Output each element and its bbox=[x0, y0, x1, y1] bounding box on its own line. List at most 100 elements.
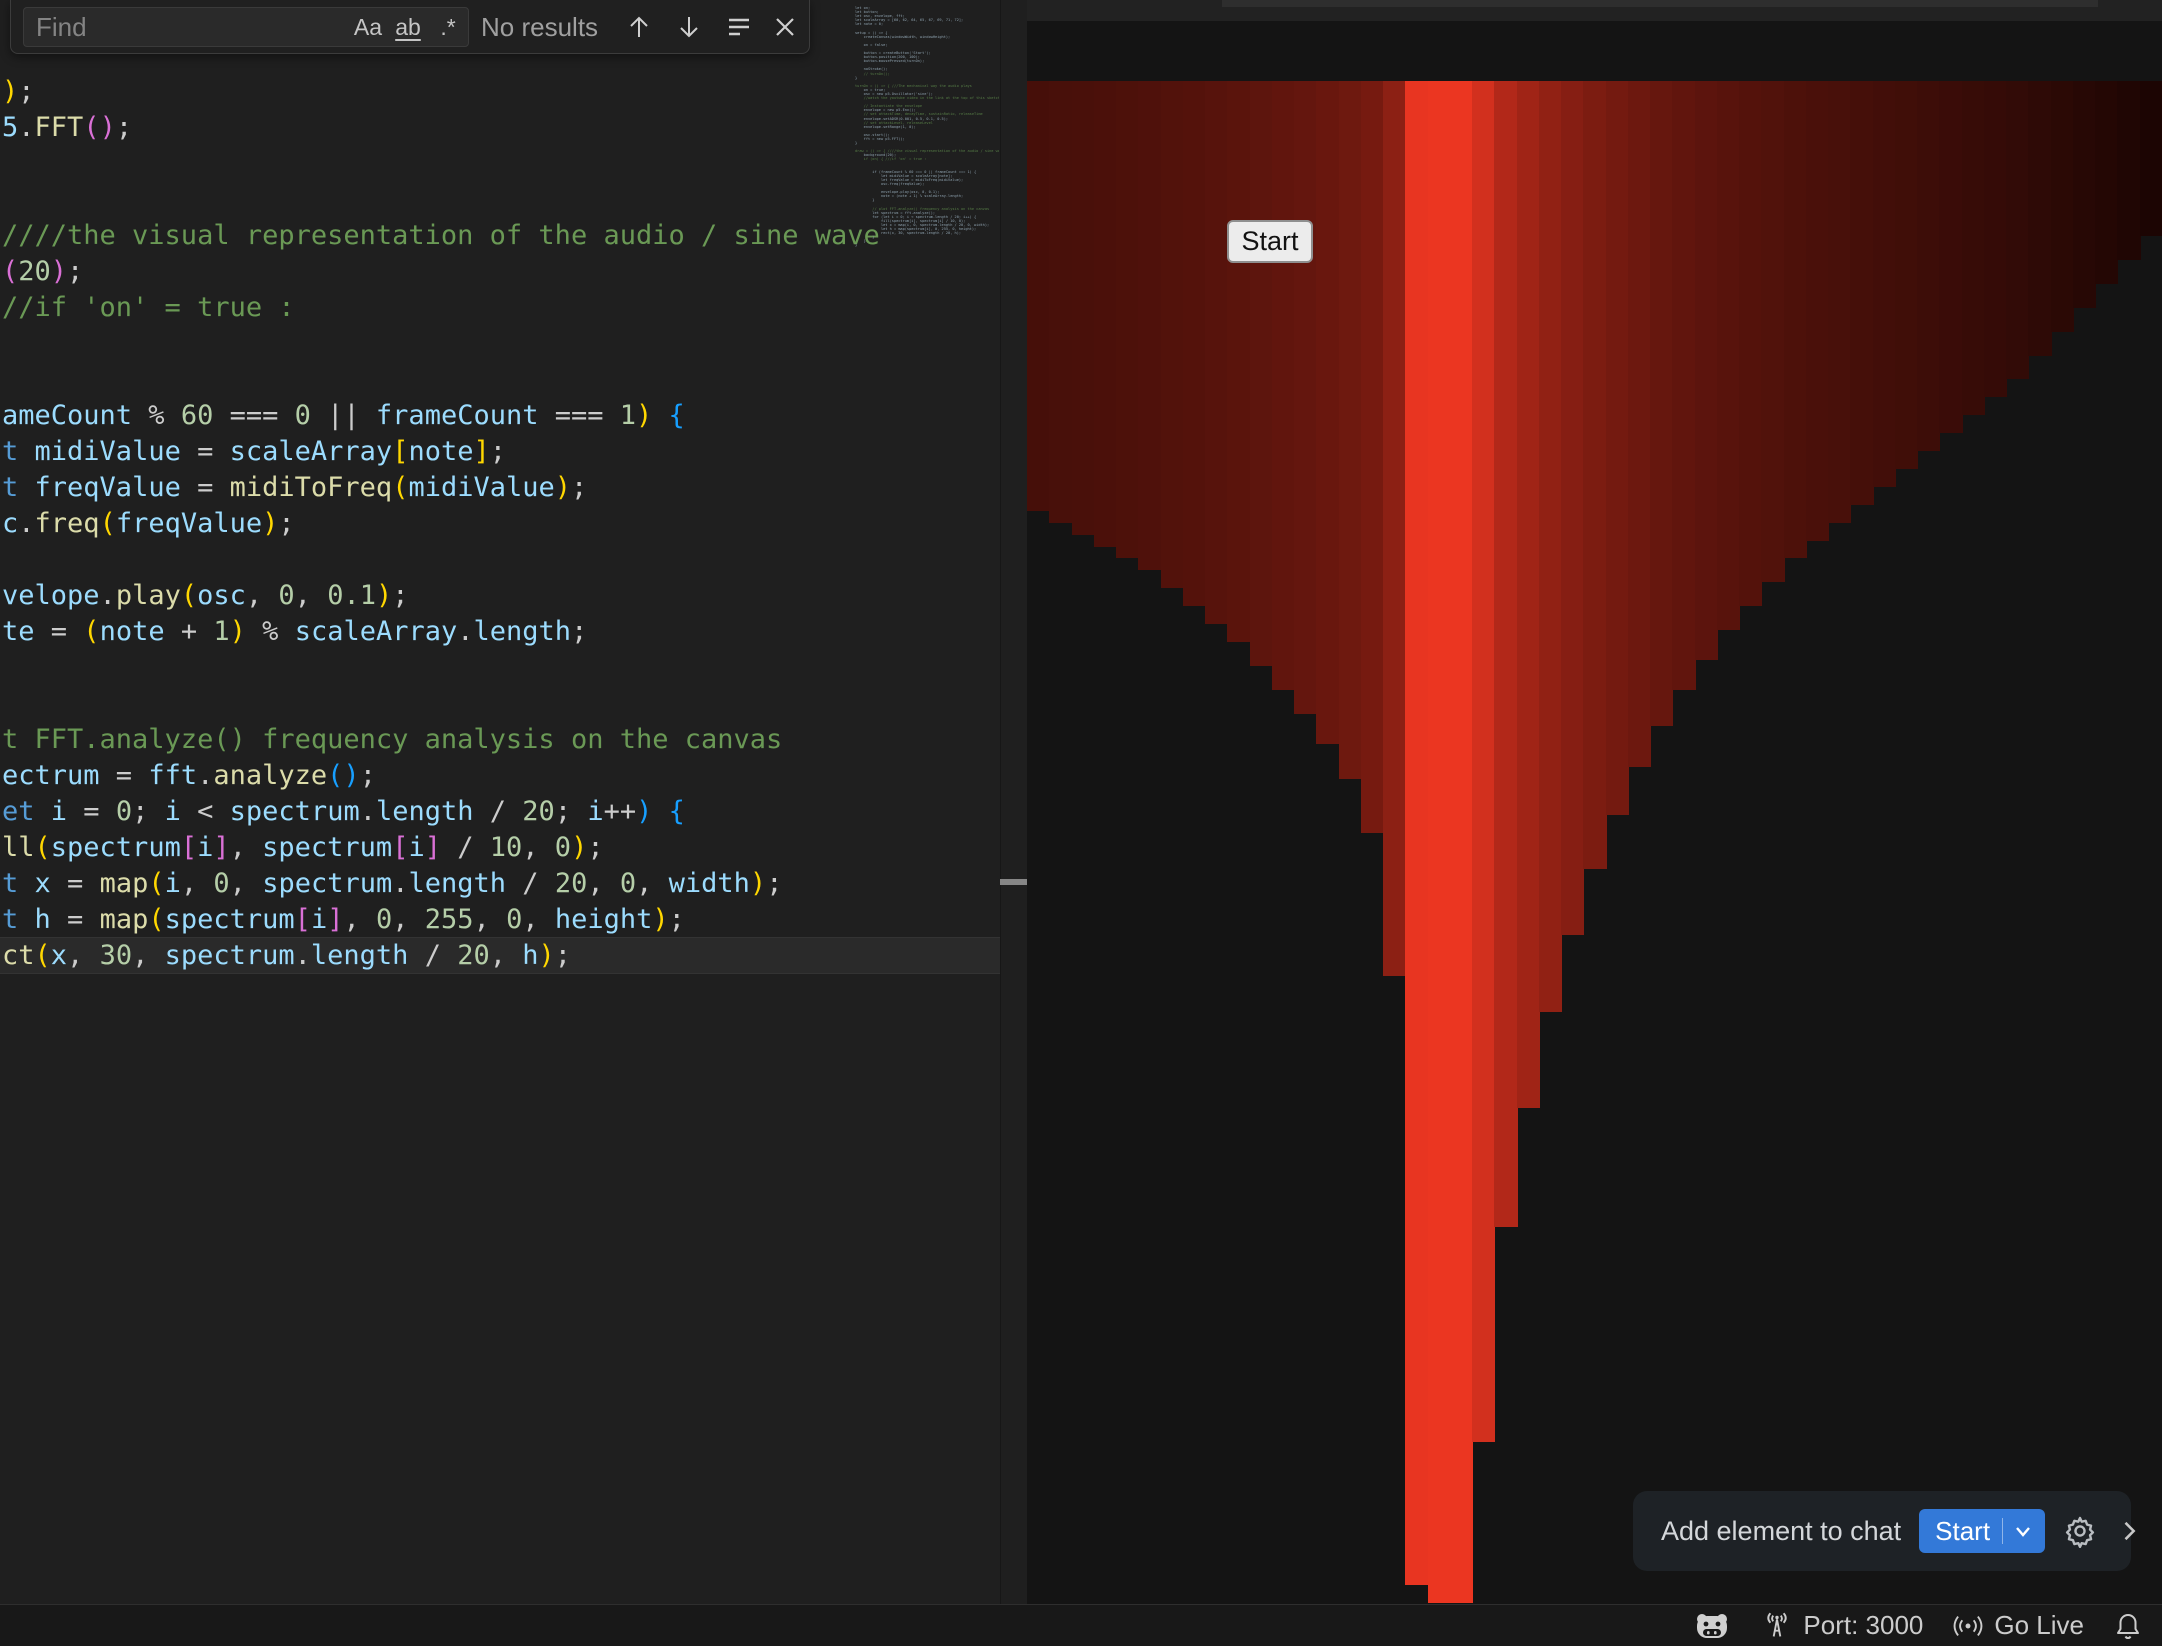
find-input-box[interactable]: Aa ab .* bbox=[23, 7, 469, 47]
preview-toolbar-edge bbox=[1222, 0, 2098, 7]
fft-bar bbox=[1450, 81, 1473, 1603]
code-line: t x = map(i, 0, spectrum.length / 20, 0,… bbox=[0, 866, 1000, 902]
add-to-chat-label: Add element to chat bbox=[1661, 1516, 1901, 1547]
code-line bbox=[0, 650, 1000, 686]
broadcast-icon bbox=[1951, 1609, 1985, 1643]
fft-bar bbox=[1717, 81, 1740, 630]
radio-tower-icon bbox=[1760, 1609, 1794, 1643]
fft-bar bbox=[2117, 81, 2140, 260]
code-line: t midiValue = scaleArray[note]; bbox=[0, 434, 1000, 470]
fft-bar bbox=[1361, 81, 1384, 833]
fft-bar bbox=[1517, 81, 1540, 1108]
minimap[interactable]: let on; let button; let osc, envelope, f… bbox=[837, 6, 999, 306]
extension-monkey-icon[interactable] bbox=[1692, 1610, 1732, 1642]
fft-bar bbox=[2028, 81, 2051, 356]
fft-bar bbox=[1405, 81, 1428, 1585]
close-icon[interactable] bbox=[769, 11, 801, 43]
fft-bar bbox=[1472, 81, 1495, 1442]
fft-bar bbox=[1984, 81, 2007, 397]
code-line: te = (note + 1) % scaleArray.length; bbox=[0, 614, 1000, 650]
fft-bar bbox=[1250, 81, 1273, 666]
fft-bar bbox=[1761, 81, 1784, 582]
fft-bar bbox=[1850, 81, 1873, 505]
fft-bar bbox=[1316, 81, 1339, 744]
code-line: t FFT.analyze() frequency analysis on th… bbox=[0, 722, 1000, 758]
fft-bar bbox=[1205, 81, 1228, 624]
fft-bar bbox=[1895, 81, 1918, 469]
find-in-selection-icon[interactable] bbox=[723, 11, 755, 43]
port-label: Port: 3000 bbox=[1803, 1610, 1923, 1641]
whole-word-icon[interactable]: ab bbox=[388, 14, 428, 41]
fft-bar bbox=[2073, 81, 2096, 308]
fft-bar bbox=[2006, 81, 2029, 379]
previous-match-button[interactable] bbox=[623, 11, 655, 43]
match-case-icon[interactable]: Aa bbox=[348, 14, 388, 41]
code-line bbox=[0, 542, 1000, 578]
fft-bar bbox=[1606, 81, 1629, 815]
fft-bar bbox=[1873, 81, 1896, 487]
go-live-button[interactable]: Go Live bbox=[1951, 1609, 2084, 1643]
notifications-bell-icon[interactable] bbox=[2112, 1610, 2144, 1642]
fft-bar bbox=[1094, 81, 1117, 547]
fft-bar bbox=[1917, 81, 1940, 451]
fft-bar bbox=[1583, 81, 1606, 869]
find-input[interactable] bbox=[24, 12, 348, 43]
chevron-right-icon[interactable] bbox=[2115, 1517, 2143, 1545]
fft-bar bbox=[1695, 81, 1718, 660]
port-status[interactable]: Port: 3000 bbox=[1760, 1609, 1923, 1643]
add-to-chat-widget: Add element to chat Start bbox=[1633, 1491, 2131, 1571]
code-line bbox=[0, 686, 1000, 722]
code-line: t freqValue = midiToFreq(midiValue); bbox=[0, 470, 1000, 506]
fft-bar bbox=[2095, 81, 2118, 284]
chat-start-button[interactable]: Start bbox=[1919, 1509, 2045, 1553]
fft-bar bbox=[1049, 81, 1072, 523]
split-separator bbox=[2002, 1518, 2003, 1544]
fft-bar bbox=[1784, 81, 1807, 558]
fft-bar bbox=[2140, 81, 2162, 236]
p5-canvas[interactable]: Start bbox=[1027, 21, 2162, 1604]
split-sash[interactable] bbox=[1000, 0, 1027, 1604]
fft-bar bbox=[1138, 81, 1161, 570]
minimap-code: let on; let button; let osc, envelope, f… bbox=[837, 6, 999, 248]
fft-bar bbox=[1828, 81, 1851, 523]
regex-icon[interactable]: .* bbox=[428, 14, 468, 41]
sketch-start-button[interactable]: Start bbox=[1227, 220, 1313, 263]
fft-bar bbox=[1806, 81, 1829, 541]
gear-icon[interactable] bbox=[2063, 1514, 2097, 1548]
fft-bar bbox=[1183, 81, 1206, 606]
fft-bar bbox=[1561, 81, 1584, 935]
code-line: ameCount % 60 === 0 || frameCount === 1)… bbox=[0, 398, 1000, 434]
sash-drag-handle[interactable] bbox=[1000, 879, 1027, 885]
code-line: ectrum = fft.analyze(); bbox=[0, 758, 1000, 794]
code-line: ll(spectrum[i], spectrum[i] / 10, 0); bbox=[0, 830, 1000, 866]
fft-bar bbox=[1494, 81, 1517, 1227]
fft-bar bbox=[1072, 81, 1095, 535]
fft-bar bbox=[1628, 81, 1651, 767]
find-widget[interactable]: Aa ab .* No results bbox=[10, 0, 810, 54]
code-line: et i = 0; i < spectrum.length / 20; i++)… bbox=[0, 794, 1000, 830]
fft-bar bbox=[1027, 81, 1050, 511]
fft-bar bbox=[1272, 81, 1295, 690]
status-bar: Port: 3000 Go Live bbox=[0, 1604, 2162, 1646]
go-live-label: Go Live bbox=[1994, 1610, 2084, 1641]
code-line: t h = map(spectrum[i], 0, 255, 0, height… bbox=[0, 902, 1000, 938]
fft-bar bbox=[1294, 81, 1317, 714]
code-line bbox=[0, 326, 1000, 362]
fft-bar bbox=[1227, 81, 1250, 642]
code-line bbox=[0, 362, 1000, 398]
code-line: ct(x, 30, spectrum.length / 20, h); bbox=[0, 938, 1000, 974]
fft-bar bbox=[1339, 81, 1362, 779]
live-preview-pane: Start Add element to chat Start bbox=[1027, 0, 2162, 1604]
code-line: c.freq(freqValue); bbox=[0, 506, 1000, 542]
code-line: velope.play(osc, 0, 0.1); bbox=[0, 578, 1000, 614]
fft-bar bbox=[1116, 81, 1139, 558]
next-match-button[interactable] bbox=[673, 11, 705, 43]
fft-bar bbox=[1539, 81, 1562, 1012]
chat-start-label: Start bbox=[1935, 1516, 1990, 1547]
find-results-label: No results bbox=[473, 0, 598, 54]
fft-bar bbox=[1739, 81, 1762, 606]
chevron-down-icon[interactable] bbox=[2011, 1519, 2035, 1543]
fft-bar bbox=[1161, 81, 1184, 588]
fft-bar bbox=[1672, 81, 1695, 690]
fft-bar bbox=[1428, 81, 1451, 1603]
